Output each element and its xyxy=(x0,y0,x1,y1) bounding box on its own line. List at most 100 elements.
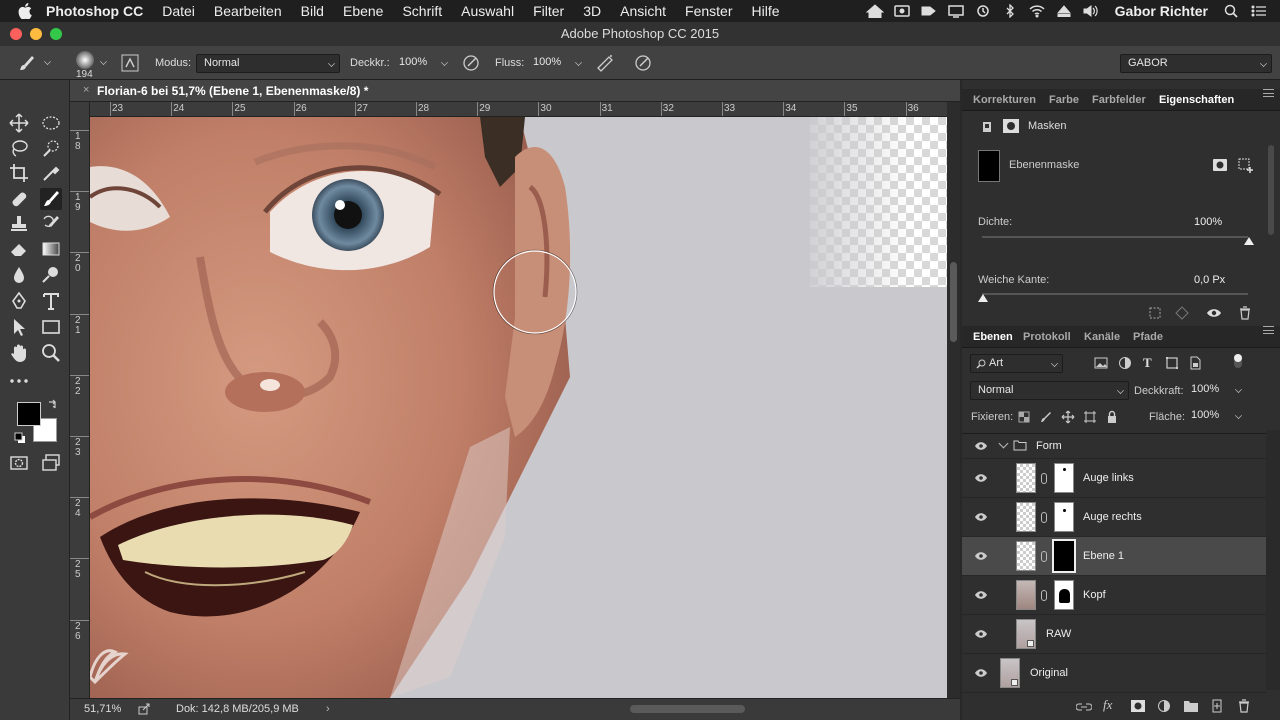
vector-mask-icon[interactable] xyxy=(1002,118,1020,134)
lasso-tool-icon[interactable] xyxy=(8,137,30,159)
wifi-icon[interactable] xyxy=(1028,4,1046,18)
new-layer-icon[interactable] xyxy=(1210,699,1224,713)
layer-visibility-eye-icon[interactable] xyxy=(975,512,987,522)
layer-visibility-eye-icon[interactable] xyxy=(975,668,987,678)
filter-adjustment-icon[interactable] xyxy=(1118,356,1132,370)
pixel-mask-icon[interactable] xyxy=(980,120,994,134)
canvas-scroll-thumb[interactable] xyxy=(950,262,957,342)
link-layers-icon[interactable] xyxy=(1076,700,1092,714)
tab-ebenen[interactable]: Ebenen xyxy=(973,326,1013,348)
add-vector-mask-icon[interactable] xyxy=(1238,158,1254,174)
delete-layer-icon[interactable] xyxy=(1237,699,1251,713)
menu-hilfe[interactable]: Hilfe xyxy=(752,3,780,19)
menu-auswahl[interactable]: Auswahl xyxy=(461,3,514,19)
window-minimize-button[interactable] xyxy=(30,28,42,40)
layer-name[interactable]: Auge rechts xyxy=(1083,511,1142,523)
history-brush-tool-icon[interactable] xyxy=(40,213,62,235)
mask-link-icon[interactable] xyxy=(1041,590,1047,601)
quick-selection-tool-icon[interactable] xyxy=(40,137,62,159)
tab-protokoll[interactable]: Protokoll xyxy=(1023,326,1071,348)
delete-mask-icon[interactable] xyxy=(1238,306,1252,320)
feather-value[interactable]: 0,0 Px xyxy=(1194,274,1225,286)
group-collapse-chevron-icon[interactable] xyxy=(998,438,1009,449)
document-canvas[interactable] xyxy=(90,117,947,698)
lock-all-icon[interactable] xyxy=(1106,410,1118,424)
lock-image-pixels-icon[interactable] xyxy=(1040,411,1052,423)
menu-ansicht[interactable]: Ansicht xyxy=(620,3,666,19)
tab-pfade[interactable]: Pfade xyxy=(1133,326,1163,348)
window-close-button[interactable] xyxy=(10,28,22,40)
default-colors-icon[interactable] xyxy=(14,432,26,444)
zoom-tool-icon[interactable] xyxy=(40,342,62,364)
airbrush-icon[interactable] xyxy=(594,52,616,74)
layer-visibility-eye-icon[interactable] xyxy=(975,590,987,600)
layer-visibility-eye-icon[interactable] xyxy=(975,441,987,451)
canvas-vertical-scrollbar[interactable] xyxy=(947,102,960,698)
filter-pixel-icon[interactable] xyxy=(1094,356,1108,370)
bluetooth-icon[interactable] xyxy=(1001,4,1019,18)
document-size[interactable]: Dok: 142,8 MB/205,9 MB xyxy=(176,703,299,715)
menu-filter[interactable]: Filter xyxy=(533,3,564,19)
layer-thumbnail[interactable] xyxy=(1016,463,1036,493)
layer-row-kopf[interactable]: Kopf xyxy=(962,576,1267,615)
menu-datei[interactable]: Datei xyxy=(162,3,195,19)
clone-stamp-tool-icon[interactable] xyxy=(8,213,30,235)
tab-farbfelder[interactable]: Farbfelder xyxy=(1092,89,1146,111)
sync-icon[interactable] xyxy=(974,4,992,18)
filter-shape-icon[interactable] xyxy=(1165,356,1179,370)
horizontal-ruler[interactable]: 23 24 25 26 27 28 29 30 31 32 33 34 35 36 xyxy=(90,102,947,117)
brush-panel-toggle-icon[interactable] xyxy=(119,52,141,74)
forward-icon[interactable] xyxy=(920,4,938,18)
layers-panel-menu-icon[interactable] xyxy=(1263,326,1274,334)
properties-panel-menu-icon[interactable] xyxy=(1263,89,1274,97)
menu-bearbeiten[interactable]: Bearbeiten xyxy=(214,3,282,19)
home-icon[interactable] xyxy=(865,4,884,18)
canvas-horizontal-scroll-thumb[interactable] xyxy=(630,705,745,713)
layer-row-raw[interactable]: RAW xyxy=(962,615,1267,654)
disk-icon[interactable] xyxy=(893,4,911,18)
document-tab[interactable]: × Florian-6 bei 51,7% (Ebene 1, Ebenenma… xyxy=(70,80,960,102)
pen-tool-icon[interactable] xyxy=(8,290,30,312)
blur-tool-icon[interactable] xyxy=(8,264,30,286)
screen-mode-icon[interactable] xyxy=(40,452,62,474)
menu-3d[interactable]: 3D xyxy=(583,3,601,19)
layer-thumbnail[interactable] xyxy=(1016,502,1036,532)
eyedropper-tool-icon[interactable] xyxy=(40,162,62,184)
apply-mask-icon[interactable] xyxy=(1174,306,1190,320)
quick-mask-icon[interactable] xyxy=(8,452,30,474)
foreground-color-swatch[interactable] xyxy=(17,402,41,426)
layer-thumbnail[interactable] xyxy=(1016,580,1036,610)
filter-smart-object-icon[interactable] xyxy=(1188,356,1202,370)
menu-photoshop[interactable]: Photoshop CC xyxy=(46,3,143,19)
workspace-dropdown[interactable]: GABOR xyxy=(1120,54,1272,73)
blend-mode-dropdown[interactable]: Normal xyxy=(970,381,1129,400)
new-group-folder-icon[interactable] xyxy=(1183,699,1199,713)
lock-transparent-pixels-icon[interactable] xyxy=(1018,411,1030,423)
load-selection-icon[interactable] xyxy=(1148,306,1162,320)
gradient-tool-icon[interactable] xyxy=(40,238,62,260)
window-zoom-button[interactable] xyxy=(50,28,62,40)
layer-name[interactable]: Original xyxy=(1030,667,1068,679)
select-pixel-mask-icon[interactable] xyxy=(1212,158,1228,172)
tab-eigenschaften[interactable]: Eigenschaften xyxy=(1159,89,1234,111)
fill-field[interactable]: 100% xyxy=(1184,407,1246,426)
layer-row-auge-rechts[interactable]: Auge rechts xyxy=(962,498,1267,537)
dodge-tool-icon[interactable] xyxy=(40,264,62,286)
layer-thumbnail[interactable] xyxy=(1000,658,1020,688)
search-icon[interactable] xyxy=(1223,4,1241,18)
crop-tool-icon[interactable] xyxy=(8,162,30,184)
layer-mask-thumbnail[interactable] xyxy=(1054,502,1074,532)
status-menu-icon[interactable]: › xyxy=(326,703,330,715)
layer-name[interactable]: Kopf xyxy=(1083,589,1106,601)
brush-preset-icon[interactable] xyxy=(16,52,38,74)
layer-thumbnail[interactable] xyxy=(1016,541,1036,571)
layer-mask-thumbnail[interactable] xyxy=(1054,580,1074,610)
density-slider[interactable] xyxy=(982,236,1254,245)
layer-row-auge-links[interactable]: Auge links xyxy=(962,459,1267,498)
layer-thumbnail[interactable] xyxy=(1016,619,1036,649)
mask-link-icon[interactable] xyxy=(1041,551,1047,562)
layer-name[interactable]: Ebene 1 xyxy=(1083,550,1124,562)
eject-icon[interactable] xyxy=(1055,4,1073,18)
tab-korrekturen[interactable]: Korrekturen xyxy=(973,89,1036,111)
properties-scrollbar[interactable] xyxy=(1268,145,1274,235)
